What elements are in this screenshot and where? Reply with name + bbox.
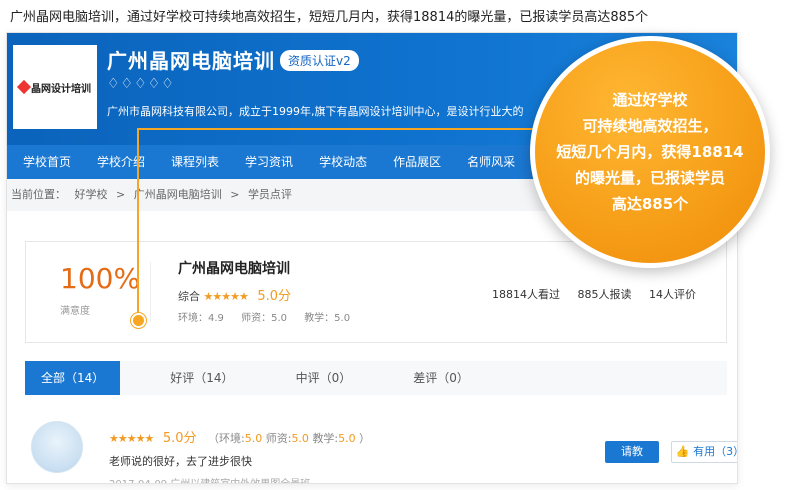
school-intro: 广州市晶网科技有限公司，成立于1999年,旗下有晶网设计培训中心，是设计行业大的 [107, 105, 524, 118]
bubble-line: 高达885个 [611, 195, 689, 213]
detail-teach-label: 教学: [312, 432, 339, 445]
review-meta: 2017-04-09 广州以建筑室内外效果图全景班 [109, 475, 310, 483]
bubble-line: 短短几个月内，获得18814 [556, 143, 744, 161]
breadcrumb-prefix: 当前位置： [11, 188, 66, 201]
useful-label: 有用（3） [693, 445, 737, 458]
overall-star-icons: ★★★★★ [203, 290, 249, 303]
school-title: 广州晶网电脑培训 [107, 49, 275, 73]
review-tabs: 全部（14） 好评（14） 中评（0） 差评（0） [25, 361, 727, 395]
avatar [31, 421, 83, 473]
overall-score: 5.0分 [257, 289, 291, 304]
nav-item-news[interactable]: 学习资讯 [232, 145, 306, 179]
bubble-line: 的曝光量，已报读学员 [574, 169, 725, 187]
breadcrumb-separator: > [230, 188, 240, 201]
tab-all[interactable]: 全部（14） [25, 361, 121, 395]
detail-close: ） [359, 432, 371, 445]
callout-bubble: 通过好学校 可持续地高效招生， 短短几个月内，获得18814 的曝光量，已报读学… [530, 36, 770, 268]
detail-teacher-label: 师资: [265, 432, 292, 445]
overall-label: 综合 [178, 290, 200, 303]
nav-item-intro[interactable]: 学校介绍 [84, 145, 158, 179]
diamond-rating-icons: ♢♢♢♢♢ [107, 76, 175, 92]
detail-teacher: 5.0 [291, 432, 309, 445]
satisfaction-label: 满意度 [60, 306, 90, 317]
logo-mark-icon [16, 79, 32, 95]
score-teachers: 师资：5.0 [241, 313, 287, 324]
summary-school-name: 广州晶网电脑培训 [178, 261, 290, 277]
detail-open: （环境: [208, 432, 245, 445]
detail-teach: 5.0 [338, 432, 356, 445]
certification-badge: 资质认证v2 [280, 50, 359, 71]
nav-item-works[interactable]: 作品展区 [380, 145, 454, 179]
detail-env: 5.0 [244, 432, 263, 445]
breadcrumb-link-home[interactable]: 好学校 [75, 188, 108, 201]
page-caption: 广州晶网电脑培训，通过好学校可持续地高效招生，短短几月内，获得18814的曝光量… [10, 10, 649, 25]
callout-dot [131, 313, 146, 328]
breadcrumb-link-school[interactable]: 广州晶网电脑培训 [134, 188, 222, 201]
review-star-icons: ★★★★★ [109, 432, 154, 445]
tab-positive[interactable]: 好评（14） [150, 361, 253, 395]
callout-connector [137, 128, 557, 130]
logo-text: 晶网设计培训 [31, 83, 91, 95]
review-score: 5.0分 [162, 431, 197, 446]
overall-rating: 综合 ★★★★★ 5.0分 [178, 285, 291, 304]
breadcrumb-separator: > [116, 188, 126, 201]
tab-neutral[interactable]: 中评（0） [276, 361, 372, 395]
review-text: 老师说的很好，去了进步很快 [109, 455, 252, 468]
useful-button[interactable]: 👍 有用（3） [671, 441, 737, 463]
nav-item-home[interactable]: 学校首页 [7, 145, 84, 179]
bubble-line: 可持续地高效招生， [582, 117, 718, 135]
stat-reviews: 14人评价 [649, 288, 696, 301]
review-item: ★★★★★ 5.0分 （环境:5.0 师资:5.0 教学:5.0 ） 老师说的很… [25, 405, 737, 483]
satisfaction-percent: 100% [60, 262, 141, 295]
nav-item-teachers[interactable]: 名师风采 [454, 145, 528, 179]
school-logo: 晶网设计培训 [13, 45, 97, 129]
summary-divider [150, 262, 151, 322]
score-environment: 环境：4.9 [178, 313, 224, 324]
nav-item-updates[interactable]: 学校动态 [306, 145, 380, 179]
callout-connector [137, 128, 139, 320]
bubble-line: 通过好学校 [612, 91, 688, 109]
breadcrumb-current: 学员点评 [247, 188, 292, 201]
stat-enrolled: 885人报读 [577, 288, 632, 301]
review-rating: ★★★★★ 5.0分 （环境:5.0 师资:5.0 教学:5.0 ） [109, 427, 370, 446]
summary-stats: 18814人看过 885人报读 14人评价 [478, 286, 696, 302]
score-teaching: 教学：5.0 [304, 313, 351, 324]
sub-scores: 环境：4.9 师资：5.0 教学：5.0 [178, 309, 364, 324]
tab-negative[interactable]: 差评（0） [393, 361, 489, 395]
stat-views: 18814人看过 [492, 288, 560, 301]
ask-button[interactable]: 请教 [605, 441, 659, 463]
thumbs-up-icon: 👍 [675, 445, 690, 458]
nav-item-courses[interactable]: 课程列表 [158, 145, 232, 179]
review-detail-scores: （环境:5.0 师资:5.0 教学:5.0 ） [208, 432, 370, 445]
